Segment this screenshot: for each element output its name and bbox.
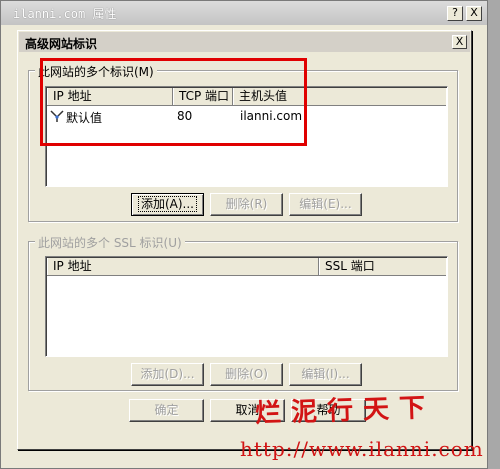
help-icon[interactable]: ? bbox=[447, 6, 463, 21]
dialog-close-icon[interactable]: X bbox=[452, 35, 467, 49]
close-icon[interactable]: X bbox=[466, 6, 482, 21]
annotation-highlight bbox=[40, 58, 307, 146]
edit-ssl-identity-button[interactable]: 编辑(I)... bbox=[289, 363, 362, 386]
ssl-identities-list-header: IP 地址 SSL 端口 bbox=[47, 258, 446, 276]
add-identity-label: 添加(A)... bbox=[137, 196, 198, 212]
add-identity-button[interactable]: 添加(A)... bbox=[131, 193, 204, 216]
watermark-text: 烂泥行天下 bbox=[254, 392, 436, 430]
column-ssl-ip-address[interactable]: IP 地址 bbox=[47, 258, 319, 275]
dialog-title: 高级网站标识 bbox=[25, 37, 98, 51]
ssl-identities-group-legend: 此网站的多个 SSL 标识(U) bbox=[35, 234, 185, 251]
edit-identity-button[interactable]: 编辑(E)... bbox=[289, 193, 362, 216]
add-ssl-identity-button[interactable]: 添加(D)... bbox=[131, 363, 204, 386]
ssl-identities-list[interactable]: IP 地址 SSL 端口 bbox=[45, 256, 448, 357]
properties-titlebar: ilanni.com 属性 ? X bbox=[1, 1, 487, 25]
watermark-url: http://www.ilanni.com bbox=[240, 437, 484, 461]
ok-button[interactable]: 确定 bbox=[129, 399, 204, 422]
delete-identity-button[interactable]: 删除(R) bbox=[210, 193, 283, 216]
column-ssl-port[interactable]: SSL 端口 bbox=[319, 258, 446, 275]
properties-title: ilanni.com 属性 bbox=[13, 7, 117, 21]
dialog-titlebar: 高级网站标识 X bbox=[19, 32, 470, 52]
delete-ssl-identity-button[interactable]: 删除(O) bbox=[210, 363, 283, 386]
